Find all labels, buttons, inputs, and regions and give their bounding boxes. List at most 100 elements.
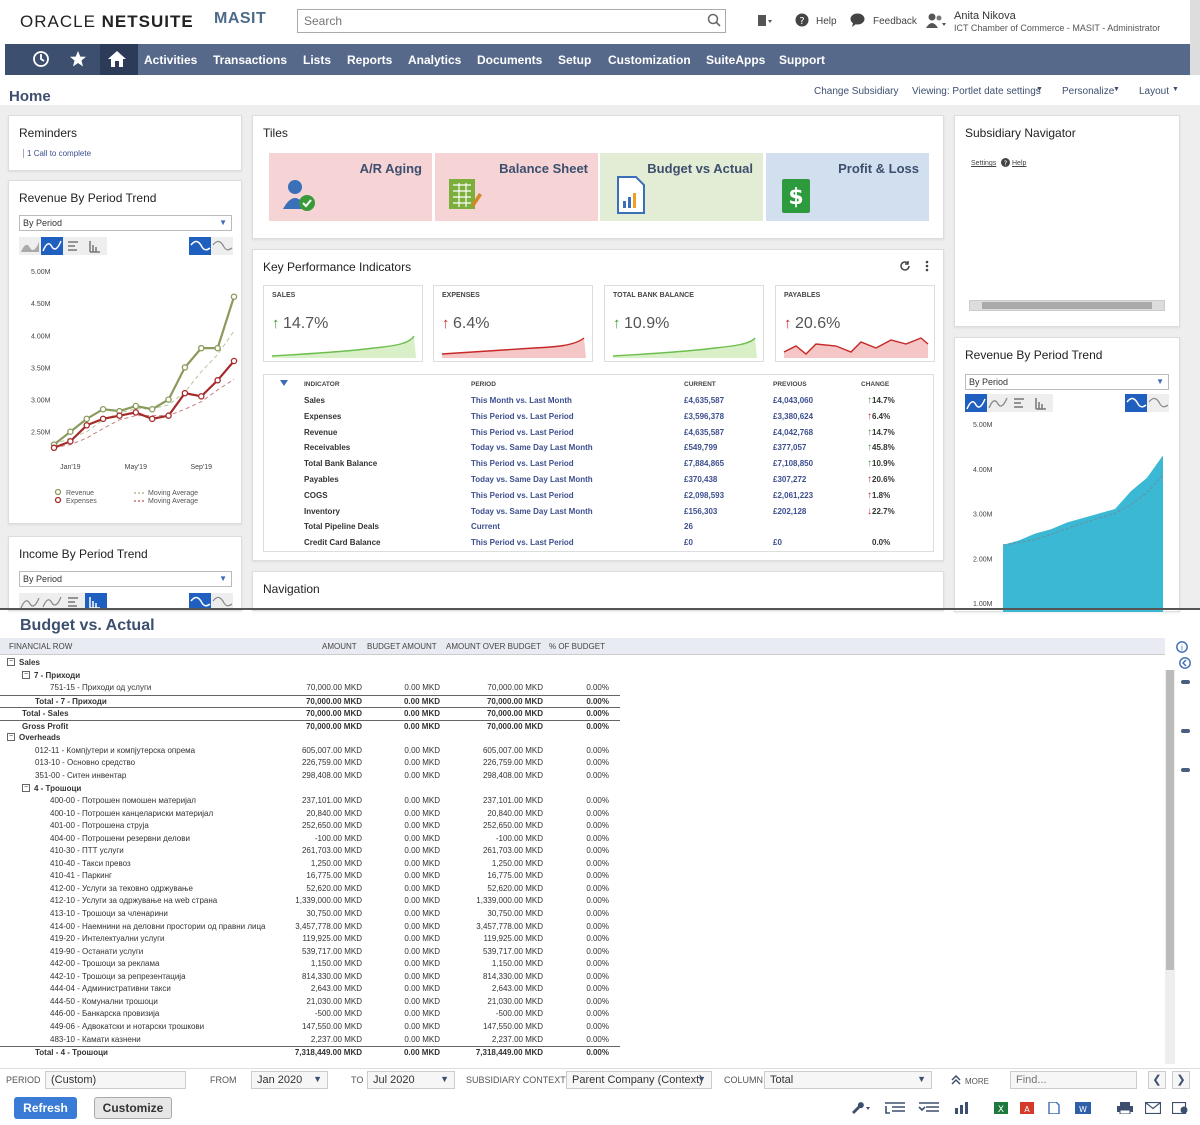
kpi-period[interactable]: This Period vs. Last Period	[471, 538, 574, 547]
group-row[interactable]: −4 - Трошоци	[0, 783, 620, 796]
nav-setup[interactable]: Setup	[558, 53, 591, 67]
table-row[interactable]: 751-15 - Приходи од услуги 70,000.00 MKD 0…	[0, 682, 620, 695]
help-icon[interactable]: ?	[1001, 158, 1010, 167]
cell-a[interactable]: 16,775.00 MKD	[306, 871, 362, 880]
pdf-export-icon[interactable]: A	[1020, 1102, 1034, 1114]
col-header-pct-budget[interactable]: % OF BUDGET	[549, 642, 605, 651]
kpi-card[interactable]: TOTAL BANK BALANCE ↑ 10.9%	[604, 285, 764, 362]
cell-a[interactable]: 2,643.00 MKD	[311, 984, 362, 993]
personalize-menu[interactable]: Personalize	[1062, 86, 1114, 97]
table-row[interactable]: 410-40 - Такси превоз 1,250.00 MKD 0.00 MK…	[0, 858, 620, 871]
cell-a[interactable]: 52,620.00 MKD	[306, 884, 362, 893]
kpi-period[interactable]: Today vs. Same Day Last Month	[471, 475, 593, 484]
kpi-col-header[interactable]: INDICATOR	[304, 381, 340, 388]
refresh-button[interactable]: Refresh	[14, 1097, 77, 1119]
expand-rows-icon[interactable]	[918, 1102, 940, 1114]
tile-ar-aging[interactable]: A/R Aging	[269, 153, 432, 221]
period-select[interactable]: By Period ▼	[19, 571, 232, 587]
cell-a[interactable]: 70,000.00 MKD	[306, 683, 362, 692]
table-row[interactable]: 400-00 - Потрошен помошен материјал 237,1…	[0, 795, 620, 808]
window-scrollbar[interactable]	[1190, 0, 1200, 75]
search-icon[interactable]	[707, 13, 721, 27]
tile-profit-loss[interactable]: Profit & Loss $	[766, 153, 929, 221]
cell-a[interactable]: 539,717.00 MKD	[302, 947, 362, 956]
table-row[interactable]: 410-41 - Паркинг 16,775.00 MKD 0.00 MKD 16,…	[0, 870, 620, 883]
favorites-star-icon[interactable]	[69, 50, 87, 68]
cell-a[interactable]: -500.00 MKD	[315, 1009, 362, 1018]
table-row[interactable]: 444-04 - Административни такси 2,643.00 M…	[0, 983, 620, 996]
double-chevron-up-icon[interactable]	[951, 1075, 961, 1085]
cell-a[interactable]: 814,330.00 MKD	[302, 972, 362, 981]
from-select[interactable]: Jan 2020 ▼	[251, 1071, 328, 1089]
table-row[interactable]: 410-30 - ПТТ услуги 261,703.00 MKD 0.00 MK…	[0, 845, 620, 858]
cell-a[interactable]: 226,759.00 MKD	[302, 758, 362, 767]
word-export-icon[interactable]: W	[1075, 1102, 1091, 1114]
schedule-icon[interactable]	[1172, 1102, 1188, 1114]
table-row[interactable]: 012-11 - Компјутери и компјутерска опрем…	[0, 745, 620, 758]
table-row[interactable]: 412-10 - Услуги за одржување на web стра…	[0, 895, 620, 908]
cell-a[interactable]: -100.00 MKD	[315, 834, 362, 843]
nav-activities[interactable]: Activities	[144, 53, 197, 67]
table-row[interactable]: 446-00 - Банкарска провизија -500.00 MKD 0…	[0, 1008, 620, 1021]
print-icon[interactable]	[1117, 1102, 1133, 1114]
help-link[interactable]: Help	[1012, 160, 1026, 167]
collapse-toggle-icon[interactable]: −	[22, 783, 30, 792]
table-row[interactable]: 444-50 - Комунални трошоци 21,030.00 MKD 0…	[0, 996, 620, 1009]
search-input[interactable]	[297, 9, 726, 33]
total-row[interactable]: Total - Sales 70,000.00 MKD 0.00 MKD 70,000…	[0, 707, 620, 720]
kpi-period[interactable]: Today vs. Same Day Last Month	[471, 443, 593, 452]
total-row[interactable]: Gross Profit 70,000.00 MKD 0.00 MKD 70,000.…	[0, 719, 620, 733]
period-select[interactable]: By Period ▼	[19, 215, 232, 231]
excel-export-icon[interactable]: X	[994, 1102, 1008, 1114]
cell-a[interactable]: 252,650.00 MKD	[302, 821, 362, 830]
to-select[interactable]: Jul 2020 ▼	[367, 1071, 455, 1089]
side-panel-handle[interactable]	[1181, 768, 1190, 772]
column-select[interactable]: Total ▼	[764, 1071, 932, 1089]
col-header-financial-row[interactable]: FINANCIAL ROW	[9, 642, 72, 651]
nav-reports[interactable]: Reports	[347, 53, 392, 67]
settings-link[interactable]: Settings	[971, 160, 996, 167]
col-header-over-budget[interactable]: AMOUNT OVER BUDGET	[446, 642, 541, 651]
total-row[interactable]: Total - 4 - Трошоци 7,318,449.00 MKD 0.00 …	[0, 1046, 620, 1059]
kpi-period[interactable]: This Period vs. Last Period	[471, 491, 574, 500]
feedback-icon[interactable]	[850, 13, 865, 27]
scroll-thumb[interactable]	[982, 302, 1152, 309]
roles-icon[interactable]	[925, 13, 947, 29]
cell-a[interactable]: 605,007.00 MKD	[302, 746, 362, 755]
email-icon[interactable]	[1145, 1102, 1161, 1114]
cell-a[interactable]: 1,250.00 MKD	[311, 859, 362, 868]
nav-suiteapps[interactable]: SuiteApps	[706, 53, 765, 67]
kpi-col-header[interactable]: CHANGE	[861, 381, 889, 388]
cell-a[interactable]: 1,150.00 MKD	[311, 959, 362, 968]
table-row[interactable]: 442-00 - Трошоци за реклама 1,150.00 MKD 0…	[0, 958, 620, 971]
kpi-period[interactable]: This Period vs. Last Period	[471, 428, 574, 437]
kpi-card[interactable]: EXPENSES ↑ 6.4%	[433, 285, 593, 362]
table-row[interactable]: 414-00 - Наемнини на деловни простории о…	[0, 921, 620, 934]
find-input[interactable]	[1010, 1071, 1137, 1089]
group-row[interactable]: − Sales	[0, 657, 620, 670]
collapse-panel-icon[interactable]	[1179, 657, 1191, 669]
side-panel-handle[interactable]	[1181, 729, 1190, 733]
period-field[interactable]: (Custom)	[45, 1071, 186, 1089]
refresh-icon[interactable]	[899, 260, 911, 272]
kpi-period[interactable]: This Period vs. Last Period	[471, 412, 574, 421]
bva-scrollbar[interactable]	[1165, 670, 1175, 1064]
cell-a[interactable]: 261,703.00 MKD	[302, 846, 362, 855]
horizontal-scrollbar[interactable]	[969, 300, 1165, 311]
cell-a[interactable]: 1,339,000.00 MKD	[295, 896, 362, 905]
total-row[interactable]: Total - 7 - Приходи 70,000.00 MKD 0.00 MKD…	[0, 694, 620, 708]
help-link[interactable]: Help	[816, 16, 837, 27]
feedback-link[interactable]: Feedback	[873, 16, 917, 27]
kpi-col-header[interactable]: PERIOD	[471, 381, 496, 388]
cell-a[interactable]: 70,000.00 MKD	[306, 697, 362, 706]
table-row[interactable]: 412-00 - Услуги за тековно одржување 52,6…	[0, 883, 620, 896]
group-row[interactable]: −7 - Приходи	[0, 670, 620, 683]
cell-a[interactable]: 7,318,449.00 MKD	[295, 1048, 362, 1057]
table-row[interactable]: 483-10 - Камати казнени 2,237.00 MKD 0.00 …	[0, 1034, 620, 1047]
more-link[interactable]: MORE	[965, 1077, 989, 1086]
kpi-period[interactable]: Current	[471, 522, 500, 531]
trend-style-toggle[interactable]	[1125, 394, 1169, 412]
user-role[interactable]: ICT Chamber of Commerce - MASIT - Admini…	[954, 23, 1160, 33]
collapse-toggle-icon[interactable]: −	[7, 658, 15, 666]
customize-button[interactable]: Customize	[94, 1097, 172, 1119]
